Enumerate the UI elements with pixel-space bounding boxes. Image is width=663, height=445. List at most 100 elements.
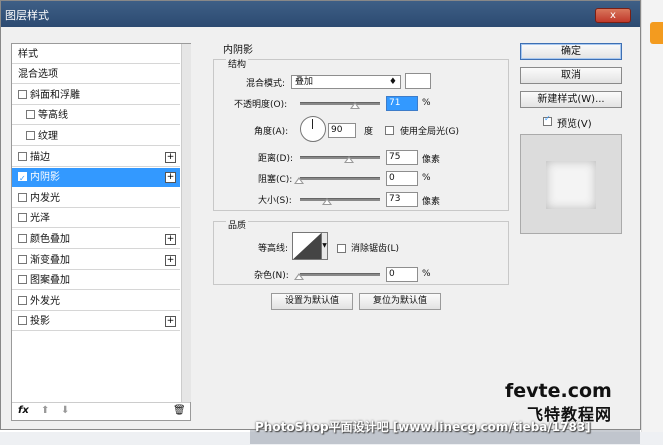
checkbox-outer-glow[interactable]: [18, 295, 27, 305]
opacity-slider[interactable]: [300, 102, 380, 105]
size-label: 大小(S):: [258, 196, 292, 206]
global-light-label: 使用全局光(G): [400, 127, 459, 137]
structure-title: 结构: [226, 57, 249, 70]
global-light-checkbox[interactable]: [385, 126, 394, 135]
move-down-icon[interactable]: ⬇: [61, 405, 69, 416]
style-item-drop-shadow[interactable]: 投影 +: [12, 312, 180, 331]
checkbox-color-overlay[interactable]: [18, 233, 27, 243]
choke-slider[interactable]: [300, 177, 380, 180]
checkbox-contour[interactable]: [26, 109, 35, 119]
fevte-logo: fevte.com: [505, 380, 612, 402]
contour-label: 等高线:: [258, 244, 289, 254]
background-right-edge: [641, 0, 663, 445]
style-item-bevel-emboss[interactable]: 斜面和浮雕: [12, 86, 180, 105]
choke-slider-thumb[interactable]: [294, 177, 304, 184]
style-item-contour[interactable]: 等高线: [12, 106, 180, 125]
distance-slider-thumb[interactable]: [344, 156, 354, 163]
noise-input[interactable]: 0: [386, 267, 418, 282]
style-item-label: 混合选项: [18, 69, 58, 80]
style-item-inner-shadow[interactable]: 内阴影 +: [12, 168, 180, 188]
reset-default-button[interactable]: 复位为默认值: [359, 293, 441, 310]
checkbox-texture[interactable]: [26, 130, 35, 140]
choke-label: 阻塞(C):: [258, 175, 293, 185]
inner-shadow-settings: 内阴影 结构 混合模式: 叠加 ♦ 不透明度(O): 71 % 角度(A): 90…: [205, 43, 510, 417]
size-slider[interactable]: [300, 198, 380, 201]
shadow-color-swatch[interactable]: [405, 73, 431, 89]
contour-preview[interactable]: [292, 232, 322, 260]
opacity-slider-thumb[interactable]: [350, 102, 360, 109]
style-list-scrollbar[interactable]: [181, 44, 191, 402]
noise-slider[interactable]: [300, 273, 380, 276]
style-item-blending-options[interactable]: 混合选项: [12, 65, 180, 84]
preview-swatch: [546, 161, 596, 209]
style-item-label: 颜色叠加: [30, 234, 70, 245]
checkbox-pattern-overlay[interactable]: [18, 274, 27, 284]
select-arrow-icon: ♦: [388, 77, 397, 87]
checkbox-inner-shadow[interactable]: [18, 169, 27, 188]
style-item-label: 图案叠加: [30, 275, 70, 286]
antialias-label: 消除锯齿(L): [351, 244, 400, 254]
fevte-logo-cn: 飞特教程网: [527, 405, 613, 424]
style-item-styles[interactable]: 样式: [12, 45, 180, 64]
new-style-button[interactable]: 新建样式(W)...: [520, 91, 622, 108]
distance-slider[interactable]: [300, 156, 380, 159]
style-item-texture[interactable]: 纹理: [12, 127, 180, 146]
checkbox-bevel-emboss[interactable]: [18, 89, 27, 99]
add-drop-shadow-plus-icon[interactable]: +: [165, 316, 176, 327]
title-bar: 图层样式 x: [1, 1, 640, 27]
distance-label: 距离(D):: [258, 154, 293, 164]
style-item-pattern-overlay[interactable]: 图案叠加: [12, 271, 180, 290]
blend-mode-value: 叠加: [295, 77, 314, 87]
angle-dial-icon[interactable]: [300, 116, 326, 142]
section-title: 内阴影: [223, 45, 253, 56]
style-item-satin[interactable]: 光泽: [12, 209, 180, 228]
antialias-checkbox[interactable]: [337, 244, 346, 253]
size-input[interactable]: 73: [386, 192, 418, 207]
checkbox-satin[interactable]: [18, 212, 27, 222]
blend-mode-label: 混合模式:: [246, 79, 286, 89]
choke-unit: %: [422, 173, 431, 183]
style-item-stroke[interactable]: 描边 +: [12, 148, 180, 167]
choke-input[interactable]: 0: [386, 171, 418, 186]
add-gradient-overlay-plus-icon[interactable]: +: [165, 255, 176, 266]
add-color-overlay-plus-icon[interactable]: +: [165, 234, 176, 245]
style-item-label: 投影: [30, 316, 50, 327]
distance-input[interactable]: 75: [386, 150, 418, 165]
style-item-label: 等高线: [38, 110, 68, 121]
add-inner-shadow-plus-icon[interactable]: +: [165, 172, 176, 183]
preview-label: 预览(V): [557, 119, 592, 130]
style-list-footer: fx ⬆ ⬇ 🗑: [12, 402, 190, 421]
size-slider-thumb[interactable]: [322, 198, 332, 205]
trash-icon[interactable]: 🗑: [173, 405, 186, 416]
cancel-button[interactable]: 取消: [520, 67, 622, 84]
style-item-label: 渐变叠加: [30, 255, 70, 266]
contour-dropdown-icon[interactable]: ▼: [322, 232, 328, 260]
style-item-label: 样式: [18, 49, 38, 60]
style-item-outer-glow[interactable]: 外发光: [12, 292, 180, 311]
style-item-label: 光泽: [30, 213, 50, 224]
ok-button[interactable]: 确定: [520, 43, 622, 60]
move-up-icon[interactable]: ⬆: [41, 405, 49, 416]
checkbox-inner-glow[interactable]: [18, 192, 27, 202]
opacity-input[interactable]: 71: [386, 96, 418, 111]
noise-unit: %: [422, 269, 431, 279]
checkbox-gradient-overlay[interactable]: [18, 254, 27, 264]
blend-mode-select[interactable]: 叠加 ♦: [291, 75, 401, 89]
style-item-gradient-overlay[interactable]: 渐变叠加 +: [12, 251, 180, 270]
set-default-button[interactable]: 设置为默认值: [271, 293, 353, 310]
checkbox-drop-shadow[interactable]: [18, 315, 27, 325]
style-item-color-overlay[interactable]: 颜色叠加 +: [12, 230, 180, 249]
style-item-label: 斜面和浮雕: [30, 90, 80, 101]
style-item-label: 纹理: [38, 131, 58, 142]
style-item-label: 内阴影: [30, 172, 60, 183]
angle-input[interactable]: 90: [328, 123, 356, 138]
add-stroke-plus-icon[interactable]: +: [165, 152, 176, 163]
checkbox-stroke[interactable]: [18, 151, 27, 161]
fx-icon[interactable]: fx: [18, 405, 29, 416]
noise-slider-thumb[interactable]: [294, 273, 304, 280]
quality-group: 品质 等高线: ▼ 消除锯齿(L) 杂色(N): 0 %: [213, 218, 509, 285]
preview-checkbox[interactable]: [543, 114, 552, 126]
style-list: 样式 混合选项 斜面和浮雕 等高线 纹理 描边 + 内阴影 + 内发光 光泽 颜色叠…: [11, 43, 191, 421]
style-item-inner-glow[interactable]: 内发光: [12, 189, 180, 208]
close-button[interactable]: x: [595, 8, 631, 23]
